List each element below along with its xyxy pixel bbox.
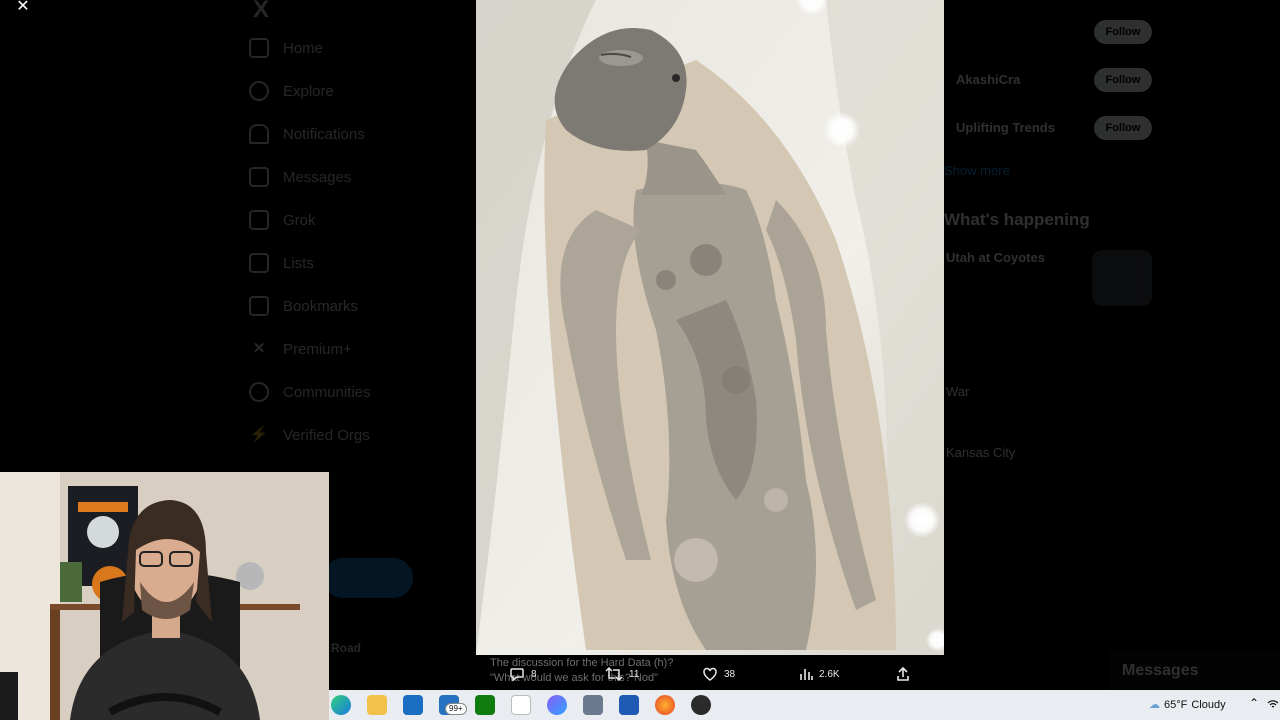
profile-name[interactable]: Road — [331, 641, 361, 655]
repost-count: 11 — [629, 668, 640, 680]
follow-suggestion: AkashiCra Follow — [944, 66, 1164, 106]
weather-widget[interactable]: ☁ 65°F Cloudy — [1149, 698, 1226, 712]
repost-button[interactable]: 11 — [605, 665, 639, 683]
alien-figure-illustration — [476, 0, 944, 655]
nav-label: Lists — [283, 254, 314, 272]
repost-icon — [605, 666, 623, 682]
nav-label: Home — [283, 39, 324, 57]
webcam-illustration — [0, 472, 329, 720]
x-logo: X — [253, 0, 270, 23]
cloud-icon: ☁ — [1149, 699, 1160, 711]
list-icon — [249, 253, 269, 273]
nav-label: Notifications — [283, 125, 365, 143]
nav-communities[interactable]: Communities — [249, 377, 371, 407]
follow-button[interactable]: Follow — [1094, 116, 1152, 140]
trend-item[interactable]: Utah at Coyotes — [946, 250, 1045, 265]
share-icon — [897, 666, 909, 681]
bell-icon — [249, 124, 269, 144]
analytics-icon — [800, 669, 813, 680]
weather-temp: 65°F — [1164, 698, 1188, 711]
webcam-overlay — [0, 472, 329, 720]
lightning-icon: ⚡ — [249, 426, 269, 443]
like-count: 38 — [724, 668, 736, 680]
nav-label: Messages — [283, 168, 352, 186]
trend-item[interactable]: War — [946, 384, 969, 399]
obs-icon[interactable] — [691, 695, 711, 715]
nav-verified-orgs[interactable]: ⚡ Verified Orgs — [249, 420, 370, 450]
word-icon[interactable] — [619, 695, 639, 715]
nav-premium[interactable]: ✕ Premium+ — [249, 334, 352, 364]
store-icon[interactable] — [403, 695, 423, 715]
nav-notifications[interactable]: Notifications — [249, 119, 365, 149]
calculator-icon[interactable] — [583, 695, 603, 715]
post-button[interactable] — [323, 558, 413, 598]
nav-grok[interactable]: Grok — [249, 205, 316, 235]
follow-suggestion: Follow — [944, 20, 1164, 60]
heart-icon — [703, 667, 717, 681]
nav-label: Communities — [283, 383, 371, 401]
mail-icon — [249, 167, 269, 187]
screen: X Home Explore Notifications Messages Gr… — [0, 0, 1280, 720]
dimmed-sidebar: Follow AkashiCra Follow Uplifting Trends… — [944, 0, 1280, 690]
notepad-icon[interactable] — [511, 695, 531, 715]
messages-drawer[interactable]: Messages — [1110, 650, 1280, 690]
nav-lists[interactable]: Lists — [249, 248, 314, 278]
suggestion-name: Uplifting Trends — [956, 120, 1055, 135]
media-image — [476, 0, 944, 655]
xbox-icon[interactable] — [475, 695, 495, 715]
share-button[interactable] — [896, 665, 910, 683]
trend-thumbnail — [1092, 250, 1152, 306]
nav-label: Verified Orgs — [283, 426, 370, 444]
show-more-link[interactable]: Show more — [944, 163, 1010, 178]
edge-icon[interactable] — [331, 695, 351, 715]
notification-badge: 99+ — [445, 703, 467, 715]
like-button[interactable]: 38 — [702, 665, 735, 683]
follow-button[interactable]: Follow — [1094, 68, 1152, 92]
nav-label: Premium+ — [283, 340, 352, 358]
file-explorer-icon[interactable] — [367, 695, 387, 715]
copilot-icon[interactable] — [547, 695, 567, 715]
home-icon — [249, 38, 269, 58]
windows-taskbar: 99+ ☁ 65°F Cloudy ⌃ — [329, 690, 1280, 720]
happening-title: What's happening — [944, 210, 1090, 229]
nav-messages[interactable]: Messages — [249, 162, 351, 192]
x-icon: ✕ — [252, 340, 266, 357]
suggestion-name: AkashiCra — [956, 72, 1021, 87]
nav-label: Bookmarks — [283, 297, 359, 315]
nav-label: Grok — [283, 211, 316, 229]
reply-icon — [510, 668, 524, 682]
close-icon[interactable]: ✕ — [12, 0, 34, 22]
chevron-up-icon[interactable]: ⌃ — [1249, 696, 1259, 710]
reply-button[interactable]: 8 — [509, 665, 537, 683]
views-count: 2.6K — [819, 668, 840, 680]
nav-label: Explore — [283, 82, 334, 100]
trend-item[interactable]: Kansas City — [946, 445, 1015, 460]
grok-icon — [249, 210, 269, 230]
nav-bookmarks[interactable]: Bookmarks — [249, 291, 358, 321]
wifi-icon[interactable] — [1267, 698, 1279, 710]
reply-count: 8 — [531, 668, 537, 680]
follow-suggestion: Uplifting Trends Follow — [944, 114, 1164, 154]
nav-home[interactable]: Home — [249, 33, 323, 63]
people-icon — [249, 382, 269, 402]
views-button[interactable]: 2.6K — [799, 665, 840, 683]
follow-button[interactable]: Follow — [1094, 20, 1152, 44]
weather-text: Cloudy — [1191, 698, 1226, 711]
firefox-icon[interactable] — [655, 695, 675, 715]
search-icon — [249, 81, 269, 101]
bookmark-icon — [249, 296, 269, 316]
nav-explore[interactable]: Explore — [249, 76, 334, 106]
